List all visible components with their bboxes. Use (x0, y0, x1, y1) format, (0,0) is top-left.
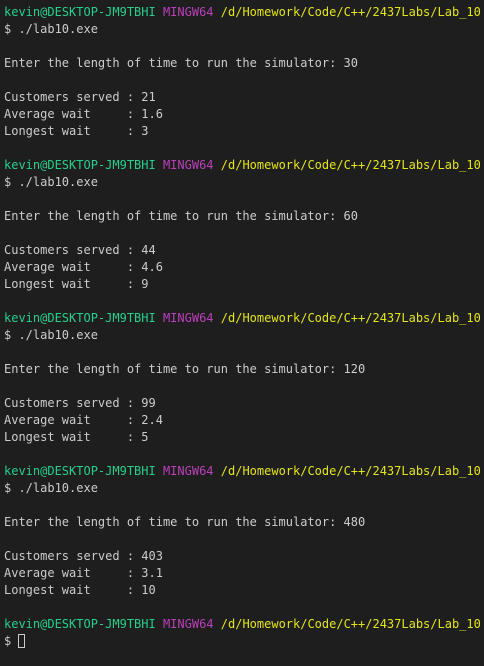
prompt-user: kevin@DESKTOP-JM9TBHI (4, 5, 156, 19)
prompt-user: kevin@DESKTOP-JM9TBHI (4, 158, 156, 172)
prompt-user: kevin@DESKTOP-JM9TBHI (4, 464, 156, 478)
active-command-line[interactable]: $ (4, 633, 484, 650)
prompt-user: kevin@DESKTOP-JM9TBHI (4, 617, 156, 631)
average-wait-line: Average wait : 1.6 (4, 107, 163, 121)
average-wait-line: Average wait : 2.4 (4, 413, 163, 427)
longest-wait-line: Longest wait : 5 (4, 430, 149, 444)
customers-served-line: Customers served : 44 (4, 243, 156, 257)
prompt-path: /d/Homework/Code/C++/2437Labs/Lab_10 (220, 311, 481, 325)
command-line: $ ./lab10.exe (4, 328, 98, 342)
prompt-path: /d/Homework/Code/C++/2437Labs/Lab_10 (220, 158, 481, 172)
average-wait-line: Average wait : 3.1 (4, 566, 163, 580)
prompt-line: kevin@DESKTOP-JM9TBHI MINGW64 /d/Homewor… (4, 310, 484, 327)
average-wait-line: Average wait : 4.6 (4, 260, 163, 274)
prompt-user: kevin@DESKTOP-JM9TBHI (4, 311, 156, 325)
prompt-shell: MINGW64 (162, 311, 214, 325)
input-line: Enter the length of time to run the simu… (4, 515, 366, 529)
input-line: Enter the length of time to run the simu… (4, 209, 359, 223)
prompt-line: kevin@DESKTOP-JM9TBHI MINGW64 /d/Homewor… (4, 4, 484, 21)
prompt-shell: MINGW64 (162, 5, 214, 19)
prompt-path: /d/Homework/Code/C++/2437Labs/Lab_10 (220, 5, 481, 19)
prompt-shell: MINGW64 (162, 464, 214, 478)
customers-served-line: Customers served : 99 (4, 396, 156, 410)
prompt-line: kevin@DESKTOP-JM9TBHI MINGW64 /d/Homewor… (4, 616, 484, 633)
command-line: $ ./lab10.exe (4, 175, 98, 189)
command-line: $ ./lab10.exe (4, 22, 98, 36)
input-line: Enter the length of time to run the simu… (4, 56, 359, 70)
terminal-window[interactable]: kevin@DESKTOP-JM9TBHI MINGW64 /d/Homewor… (0, 0, 484, 666)
longest-wait-line: Longest wait : 3 (4, 124, 149, 138)
longest-wait-line: Longest wait : 10 (4, 583, 156, 597)
prompt-line: kevin@DESKTOP-JM9TBHI MINGW64 /d/Homewor… (4, 463, 484, 480)
customers-served-line: Customers served : 21 (4, 90, 156, 104)
command-line: $ ./lab10.exe (4, 481, 98, 495)
prompt-symbol: $ (4, 634, 12, 648)
prompt-path: /d/Homework/Code/C++/2437Labs/Lab_10 (220, 464, 481, 478)
longest-wait-line: Longest wait : 9 (4, 277, 149, 291)
prompt-line: kevin@DESKTOP-JM9TBHI MINGW64 /d/Homewor… (4, 157, 484, 174)
prompt-shell: MINGW64 (162, 617, 214, 631)
customers-served-line: Customers served : 403 (4, 549, 163, 563)
terminal-cursor[interactable] (18, 634, 26, 648)
input-line: Enter the length of time to run the simu… (4, 362, 366, 376)
prompt-shell: MINGW64 (162, 158, 214, 172)
prompt-path: /d/Homework/Code/C++/2437Labs/Lab_10 (220, 617, 481, 631)
